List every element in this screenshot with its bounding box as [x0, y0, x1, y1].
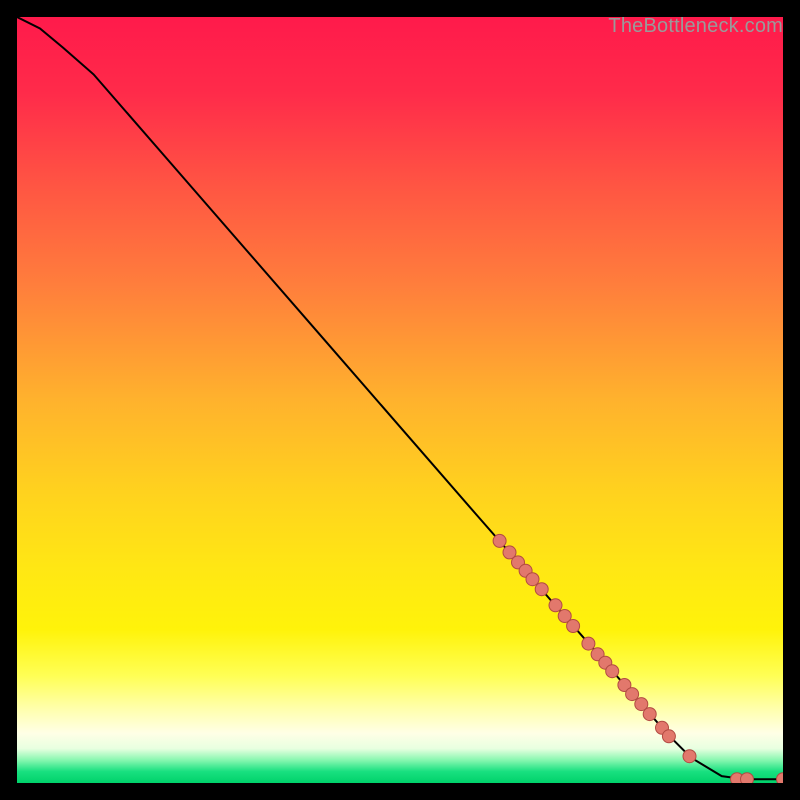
data-point — [643, 708, 656, 721]
data-point — [526, 573, 539, 586]
data-point — [683, 750, 696, 763]
data-point — [549, 599, 562, 612]
data-point — [662, 730, 675, 743]
data-point — [567, 620, 580, 633]
watermark-text: TheBottleneck.com — [608, 15, 783, 38]
data-point — [582, 637, 595, 650]
data-point — [493, 534, 506, 547]
gradient-background — [17, 17, 783, 783]
data-point — [535, 583, 548, 596]
chart-svg — [17, 17, 783, 783]
data-point — [741, 773, 754, 783]
data-point — [626, 688, 639, 701]
chart-frame: TheBottleneck.com — [17, 17, 783, 783]
data-point — [606, 665, 619, 678]
